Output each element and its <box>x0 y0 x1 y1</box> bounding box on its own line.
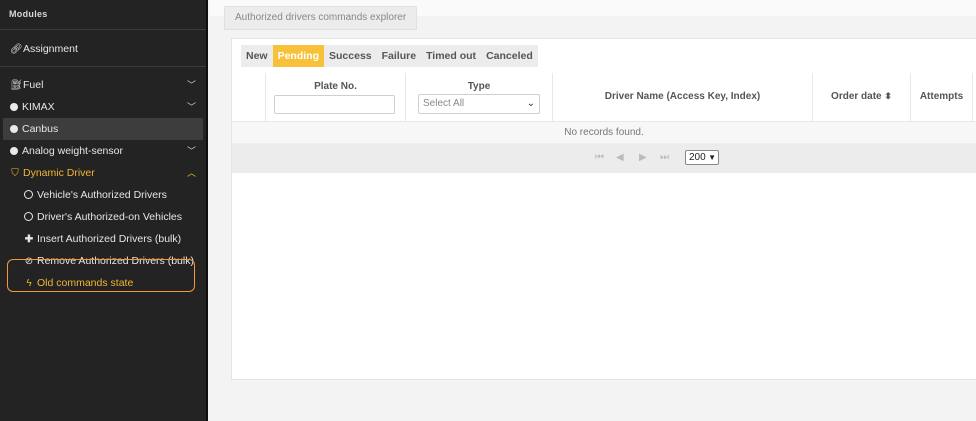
column-label-text: Order date <box>831 91 882 102</box>
footer-area <box>210 388 976 421</box>
sidebar-item-label: Assignment <box>23 43 78 55</box>
sidebar-subitem-insert-authorized-drivers[interactable]: ✚ Insert Authorized Drivers (bulk) <box>0 228 206 250</box>
filter-pending-button[interactable]: Pending <box>272 45 325 67</box>
column-label: Attempts <box>919 91 964 102</box>
sidebar-item-label: Dynamic Driver <box>23 167 95 179</box>
table-header-blank <box>232 73 266 121</box>
chevron-down-icon: ﹀ <box>186 146 196 156</box>
filter-canceled-button[interactable]: Canceled <box>481 45 538 67</box>
column-label: Driver Name (Access Key, Index) <box>604 91 761 102</box>
column-label: Type <box>467 81 491 92</box>
first-page-icon[interactable]: ⏮ <box>595 152 604 163</box>
sidebar-subitem-vehicles-authorized-drivers[interactable]: Vehicle's Authorized Drivers <box>0 184 206 206</box>
shield-icon: ⛉ <box>11 168 19 179</box>
table-header-driver[interactable]: Driver Name (Access Key, Index) <box>553 73 813 121</box>
chevron-down-icon: ﹀ <box>186 102 196 112</box>
page-tab-title[interactable]: Authorized drivers commands explorer <box>224 6 418 30</box>
sidebar-item-label: Driver's Authorized-on Vehicles <box>37 211 182 223</box>
main-content: Authorized drivers commands explorer New… <box>210 0 976 421</box>
sidebar-item-canbus[interactable]: Canbus <box>3 118 203 140</box>
sidebar-item-label: Vehicle's Authorized Drivers <box>37 189 167 201</box>
table-header-plate: Plate No. <box>266 73 406 121</box>
chevron-up-icon: ︿ <box>186 168 196 178</box>
sidebar-item-analog-weight-sensor[interactable]: Analog weight-sensor ﹀ <box>0 140 206 162</box>
column-label: Order date ⬍ <box>813 91 910 102</box>
sidebar-item-fuel[interactable]: ⛽︎Fuel ﹀ <box>0 74 206 96</box>
sidebar-item-label: Canbus <box>22 123 59 135</box>
table-header-type: Type Select All ⌄ <box>406 73 553 121</box>
fuel-icon: ⛽︎ <box>10 80 23 91</box>
table-header: Plate No. Type Select All ⌄ Driver Name … <box>232 73 976 122</box>
highlight-outline <box>7 259 195 292</box>
sidebar-item-assignment[interactable]: 🔗︎Assignment <box>0 38 206 60</box>
plus-icon: ✚ <box>24 234 34 245</box>
prev-page-icon[interactable]: ◀ <box>616 152 624 163</box>
dot-icon <box>10 103 18 111</box>
status-filter-bar: New Pending Success Failure Timed out Ca… <box>241 45 538 67</box>
chevron-down-icon: ▼ <box>708 153 716 162</box>
select-value: Select All <box>423 98 465 109</box>
sidebar-header: Modules <box>9 9 48 19</box>
last-page-icon[interactable]: ⏭ <box>660 152 669 163</box>
filter-success-button[interactable]: Success <box>324 45 377 67</box>
circle-icon <box>24 190 33 199</box>
sort-icon: ⬍ <box>884 91 892 101</box>
page-size-value: 200 <box>689 152 706 163</box>
sidebar-item-label: Insert Authorized Drivers (bulk) <box>37 233 182 245</box>
sidebar: Modules 🔗︎Assignment ⛽︎Fuel ﹀ KIMAX ﹀ Ca… <box>0 0 208 421</box>
filter-timed-out-button[interactable]: Timed out <box>421 45 481 67</box>
filter-new-button[interactable]: New <box>241 45 273 67</box>
sidebar-item-label: Fuel <box>23 79 44 91</box>
sidebar-item-label: Analog weight-sensor <box>22 145 123 157</box>
column-label: Plate No. <box>314 81 357 92</box>
plate-filter-input[interactable] <box>274 95 395 114</box>
table-header-order-date[interactable]: Order date ⬍ <box>813 73 911 121</box>
table-header-attempts[interactable]: Attempts <box>911 73 973 121</box>
type-filter-select[interactable]: Select All ⌄ <box>418 94 540 114</box>
sidebar-item-kimax[interactable]: KIMAX ﹀ <box>0 96 206 118</box>
chevron-down-icon: ⌄ <box>526 98 535 109</box>
filter-failure-button[interactable]: Failure <box>377 45 421 67</box>
link-icon: 🔗︎ <box>10 44 23 55</box>
sidebar-item-dynamic-driver[interactable]: ⛉ Dynamic Driver ︿ <box>0 162 206 184</box>
sidebar-item-label: KIMAX <box>22 101 55 113</box>
paginator: ⏮ ◀ ▶ ⏭ 200 ▼ <box>232 144 976 173</box>
next-page-icon[interactable]: ▶ <box>639 152 647 163</box>
dot-icon <box>10 125 18 133</box>
chevron-down-icon: ﹀ <box>186 80 196 90</box>
dot-icon <box>10 147 18 155</box>
circle-icon <box>24 212 33 221</box>
empty-message: No records found. <box>232 122 976 144</box>
page-size-select[interactable]: 200 ▼ <box>685 150 719 165</box>
sidebar-subitem-drivers-authorized-vehicles[interactable]: Driver's Authorized-on Vehicles <box>0 206 206 228</box>
commands-table: Plate No. Type Select All ⌄ Driver Name … <box>232 73 976 173</box>
explorer-panel: New Pending Success Failure Timed out Ca… <box>231 38 976 380</box>
